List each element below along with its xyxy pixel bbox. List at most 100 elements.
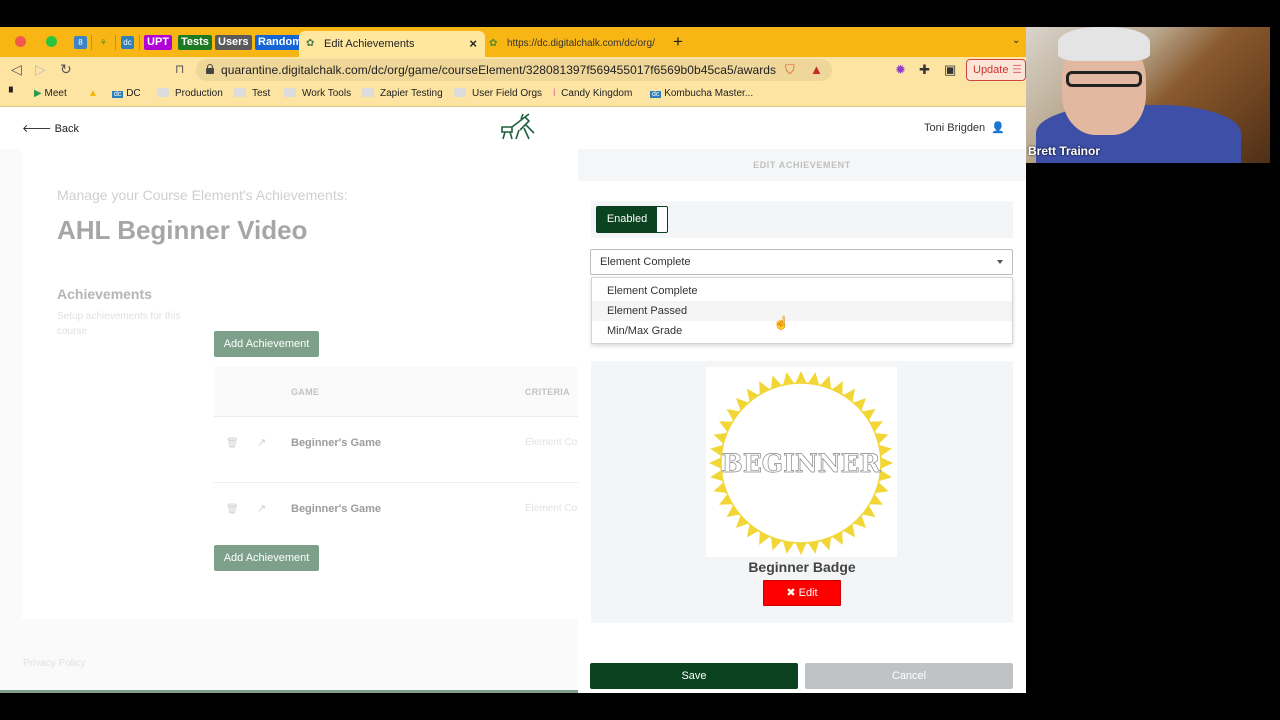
tab-search-chevron-icon[interactable]: ⌄ xyxy=(1012,35,1020,46)
privacy-policy-link[interactable]: Privacy Policy xyxy=(23,658,85,669)
back-nav-icon[interactable]: ◁ xyxy=(11,61,22,78)
extension-gear-icon[interactable]: ✹ xyxy=(895,62,906,78)
webcam-figure xyxy=(1058,27,1150,61)
criteria-select[interactable]: Element Complete xyxy=(590,249,1013,275)
external-edit-icon[interactable]: ↗ xyxy=(257,436,266,449)
bookmark-kombucha[interactable]: dc Kombucha Master... xyxy=(650,88,753,99)
pinned-tab-tests[interactable]: Tests xyxy=(178,35,212,50)
brave-rewards-icon[interactable]: ▲ xyxy=(810,62,823,77)
tab-calendar-icon[interactable]: 8 xyxy=(74,36,87,49)
bookmark-drive-icon[interactable]: ▲ xyxy=(88,88,98,99)
webcam-figure xyxy=(1066,71,1142,87)
new-tab-button[interactable]: + xyxy=(673,32,683,52)
badge-image: BEGINNER xyxy=(706,367,897,557)
folder-icon xyxy=(454,88,466,97)
option-element-complete[interactable]: Element Complete xyxy=(592,281,1012,301)
tab-grasshopper-icon[interactable]: ⚘ xyxy=(97,36,110,49)
bookmark-zapier-testing[interactable]: Zapier Testing xyxy=(362,88,443,99)
badge-ray xyxy=(795,371,807,384)
criteria-dropdown: Element Complete Element Passed Min/Max … xyxy=(591,277,1013,344)
pinned-tab-users[interactable]: Users xyxy=(215,35,252,50)
add-achievement-button-bottom[interactable]: Add Achievement xyxy=(214,545,319,571)
bookmark-icon[interactable]: ⊓ xyxy=(175,62,184,76)
toggle-row: Enabled xyxy=(591,201,1013,238)
participant-name: Brett Trainor xyxy=(1028,144,1101,158)
page-subtitle: Manage your Course Element's Achievement… xyxy=(57,187,348,203)
x-icon: ✖ xyxy=(786,587,796,599)
bookmark-label: Work Tools xyxy=(302,88,352,99)
user-menu[interactable]: Toni Brigden 👤 xyxy=(924,121,1005,134)
wallet-icon[interactable]: ▣ xyxy=(944,62,956,78)
menu-icon: ☰ xyxy=(1012,64,1022,76)
candy-icon: ǀ xyxy=(553,88,556,99)
extensions-puzzle-icon[interactable]: ✚ xyxy=(919,62,930,78)
badge-name: Beginner Badge xyxy=(748,559,856,575)
address-bar[interactable]: quarantine.digitalchalk.com/dc/org/game/… xyxy=(196,59,832,81)
bookmarks-bar: ▘ ▶ Meet ▲ dc DC Production Test Work To… xyxy=(0,83,1026,107)
update-label: Update xyxy=(973,64,1009,76)
edit-achievement-panel: EDIT ACHIEVEMENT Enabled Element Complet… xyxy=(578,149,1026,693)
pinned-tab-random[interactable]: Random xyxy=(255,35,305,50)
reload-icon[interactable]: ↻ xyxy=(60,61,72,78)
tab-edit-achievements[interactable]: ✿ Edit Achievements × xyxy=(299,31,485,57)
table-row: 🗑 ↗ Beginner's Game Element Complete xyxy=(214,417,607,483)
meet-icon: ▶ xyxy=(34,88,42,99)
trash-icon[interactable]: 🗑 xyxy=(226,438,239,449)
pinned-tab-upt[interactable]: UPT xyxy=(144,35,172,50)
bookmark-label: Candy Kingdom xyxy=(561,88,633,99)
column-header-criteria: CRITERIA xyxy=(525,387,570,397)
achievements-heading: Achievements xyxy=(57,286,152,302)
bookmark-work-tools[interactable]: Work Tools xyxy=(284,88,351,99)
bookmark-apps-icon[interactable]: ▘ xyxy=(9,88,17,99)
hand-cursor-icon: ☝ xyxy=(773,315,790,330)
bookmark-label: Production xyxy=(175,88,223,99)
user-name: Toni Brigden xyxy=(924,122,986,134)
bookmark-test[interactable]: Test xyxy=(234,88,270,99)
tab-dc-icon[interactable]: dc xyxy=(121,36,134,49)
folder-icon xyxy=(234,88,246,97)
cancel-button[interactable]: Cancel xyxy=(805,663,1013,689)
tab-separator xyxy=(91,35,92,50)
maximize-window-button[interactable] xyxy=(46,36,57,47)
bookmark-production[interactable]: Production xyxy=(157,88,223,99)
browser-window: 8 ⚘ dc UPT Tests Users Random ✿ Edit Ach… xyxy=(0,27,1026,693)
external-edit-icon[interactable]: ↗ xyxy=(257,502,266,515)
close-window-button[interactable] xyxy=(15,36,26,47)
bookmark-candy-kingdom[interactable]: ǀ Candy Kingdom xyxy=(553,88,632,99)
tab-bar: 8 ⚘ dc UPT Tests Users Random ✿ Edit Ach… xyxy=(0,27,1026,57)
update-button[interactable]: Update ☰ xyxy=(966,59,1026,81)
badge-area: BEGINNER Beginner Badge ✖ Edit xyxy=(591,361,1013,623)
bookmark-meet[interactable]: ▶ Meet xyxy=(34,88,67,99)
close-tab-icon[interactable]: × xyxy=(469,36,477,51)
bookmark-dc[interactable]: dc DC xyxy=(112,88,141,99)
badge-edit-button[interactable]: ✖ Edit xyxy=(763,580,841,606)
tab-digitalchalk[interactable]: ✿ https://dc.digitalchalk.com/dc/org/ xyxy=(487,31,662,57)
trash-icon[interactable]: 🗑 xyxy=(226,504,239,515)
forward-nav-icon[interactable]: ▷ xyxy=(35,61,46,78)
add-achievement-button-top[interactable]: Add Achievement xyxy=(214,331,319,357)
bookmark-label: User Field Orgs xyxy=(472,88,543,99)
webcam-video: Brett Trainor xyxy=(1026,27,1270,163)
badge-graphic: BEGINNER xyxy=(709,371,893,555)
badge-ray xyxy=(880,457,893,469)
panel-header: EDIT ACHIEVEMENT xyxy=(578,149,1026,181)
enabled-toggle[interactable]: Enabled xyxy=(596,206,668,233)
bookmark-user-field-orgs[interactable]: User Field Orgs xyxy=(454,88,542,99)
brave-shield-icon[interactable]: ⛉ xyxy=(785,62,795,78)
back-link[interactable]: 🡐 Back xyxy=(22,121,79,135)
bookmark-label: Test xyxy=(252,88,271,99)
tab-separator xyxy=(139,35,140,50)
save-button[interactable]: Save xyxy=(590,663,798,689)
bookmark-label: Meet xyxy=(44,88,67,99)
tab-title: Edit Achievements xyxy=(324,38,415,50)
screen: 8 ⚘ dc UPT Tests Users Random ✿ Edit Ach… xyxy=(0,0,1280,720)
option-min-max-grade[interactable]: Min/Max Grade xyxy=(592,321,1012,341)
grasshopper-favicon-icon: ✿ xyxy=(489,38,498,49)
option-element-passed[interactable]: Element Passed xyxy=(592,301,1012,321)
bookmark-label: Kombucha Master... xyxy=(664,88,754,99)
back-label: Back xyxy=(54,123,80,135)
grasshopper-logo[interactable] xyxy=(499,113,537,141)
criteria-selected-value: Element Complete xyxy=(600,256,691,268)
badge-text: BEGINNER xyxy=(722,449,881,478)
toggle-label: Enabled xyxy=(597,207,657,232)
